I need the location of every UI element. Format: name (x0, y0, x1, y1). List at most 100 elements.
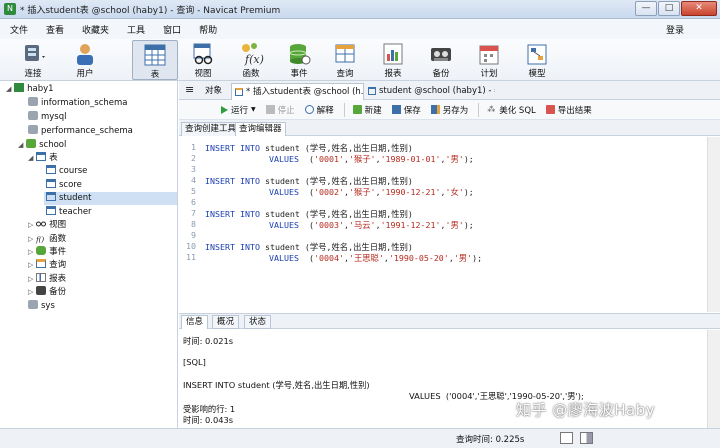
object-tree: ◢ haby1 information_schema mysql perform… (0, 81, 178, 428)
query-toolbar: 运行 ▼ 停止 解释 新建 保存 另存为 ⁂ 美化 SQL 导出结果 (179, 100, 720, 120)
editor-scrollbar[interactable] (707, 137, 720, 312)
export-results-button[interactable]: 导出结果 (545, 104, 592, 116)
stop-button[interactable]: 停止 (265, 104, 295, 116)
table-button[interactable]: 表 (132, 40, 178, 80)
query-button[interactable]: 查询 (322, 40, 368, 80)
login-link[interactable]: 登录 (666, 23, 684, 36)
query-mode-tabs: 查询创建工具 查询编辑器 (179, 120, 720, 136)
connection-icon (14, 83, 25, 92)
tab-query-builder[interactable]: 查询创建工具 (181, 122, 241, 136)
tab-objects[interactable]: 对象 (193, 83, 231, 100)
tree-connection-haby1[interactable]: ◢ haby1 (6, 83, 54, 96)
tree-table-course[interactable]: course (46, 165, 87, 178)
tab-query-editor[interactable]: 查询编辑器 (235, 122, 286, 136)
database-icon (26, 139, 37, 148)
report-button[interactable]: 报表 (370, 40, 416, 80)
user-button[interactable]: 用户 (62, 40, 108, 80)
table-icon (368, 87, 376, 95)
expand-arrow-icon: ▷ (28, 248, 34, 256)
minimize-button[interactable]: — (635, 1, 657, 16)
toolbar-separator (343, 102, 345, 117)
tree-db-sys[interactable]: sys (28, 300, 55, 313)
backup-button[interactable]: 备份 (418, 40, 464, 80)
event-icon (36, 246, 47, 255)
table-icon (46, 192, 56, 201)
connect-button[interactable]: 连接 (10, 40, 56, 80)
save-as-button[interactable]: 另存为 (430, 104, 468, 116)
user-icon (72, 42, 98, 66)
tab-status[interactable]: 状态 (244, 315, 272, 329)
collapse-arrow-icon: ◢ (6, 85, 12, 93)
dropdown-arrow-icon: ▼ (251, 106, 256, 113)
expand-arrow-icon: ▷ (28, 275, 34, 283)
query-time: 查询时间: 0.225s (456, 435, 525, 445)
menu-view[interactable]: 查看 (46, 23, 64, 36)
database-icon (28, 97, 38, 106)
tree-db-mysql[interactable]: mysql (28, 111, 67, 124)
table-icon (36, 152, 47, 161)
model-button[interactable]: 模型 (514, 40, 560, 80)
tree-backups-node[interactable]: ▷ 备份 (28, 286, 66, 299)
view-button[interactable]: 视图 (180, 40, 226, 80)
tab-student-table[interactable]: student @school (haby1) - 表 (365, 83, 495, 100)
menu-window[interactable]: 窗口 (163, 23, 181, 36)
new-button[interactable]: 新建 (352, 104, 382, 116)
line-number: 1 (191, 142, 196, 152)
tree-db-information-schema[interactable]: information_schema (28, 97, 128, 110)
tree-reports-node[interactable]: ▷ 报表 (28, 273, 66, 286)
line-number: 4 (191, 175, 196, 185)
expand-arrow-icon: ▷ (28, 288, 34, 296)
status-bar: 查询时间: 0.225s (0, 428, 720, 448)
run-button[interactable]: 运行 ▼ (221, 104, 256, 116)
tree-table-score[interactable]: score (46, 179, 82, 192)
layout-toggle-icon[interactable] (560, 432, 573, 444)
line-number: 10 (186, 241, 196, 251)
report-icon (36, 273, 47, 282)
message-time: 时间: 0.021s (183, 336, 234, 346)
line-number: 5 (191, 186, 196, 196)
tab-insert-student-query[interactable]: * 插入student表 @school (h... (231, 83, 364, 100)
result-panel-tabs: 信息 概况 状态 (179, 313, 720, 329)
function-button[interactable]: f(x) 函数 (228, 40, 274, 80)
line-number: 9 (191, 230, 196, 240)
save-icon (391, 105, 401, 114)
explain-icon (304, 105, 314, 114)
database-icon (28, 125, 38, 134)
tree-tables-node[interactable]: ◢ 表 (28, 152, 58, 165)
collapse-arrow-icon: ◢ (18, 141, 24, 149)
main-toolbar: 连接 用户 表 视图 f(x) 函数 事件 查询 报表 备份 计划 模型 (0, 39, 720, 81)
close-button[interactable]: ✕ (681, 1, 717, 16)
navicat-app-icon: N (4, 3, 16, 15)
maximize-button[interactable]: □ (658, 1, 680, 16)
play-icon (221, 105, 228, 114)
expand-arrow-icon: ▷ (28, 261, 34, 269)
tree-table-student[interactable]: student (44, 192, 177, 205)
event-button[interactable]: 事件 (276, 40, 322, 80)
message-scrollbar[interactable] (707, 330, 720, 428)
tree-queries-node[interactable]: ▷ 查询 (28, 259, 66, 272)
menu-tools[interactable]: 工具 (127, 23, 145, 36)
sql-editor[interactable]: 1 2 3 4 5 6 7 8 9 10 11 INSERT INTO stud… (179, 137, 707, 312)
menu-bar: 文件 查看 收藏夹 工具 窗口 帮助 登录 (0, 19, 720, 39)
menu-favorites[interactable]: 收藏夹 (82, 23, 109, 36)
tree-db-performance-schema[interactable]: performance_schema (28, 125, 133, 138)
model-diagram-icon (524, 42, 550, 66)
menu-help[interactable]: 帮助 (199, 23, 217, 36)
schedule-button[interactable]: 计划 (466, 40, 512, 80)
tab-message[interactable]: 信息 (181, 315, 209, 329)
menu-file[interactable]: 文件 (10, 23, 28, 36)
beautify-sql-button[interactable]: ⁂ 美化 SQL (487, 104, 536, 116)
expand-arrow-icon: ▷ (28, 235, 34, 243)
line-number: 6 (191, 197, 196, 207)
tree-events-node[interactable]: ▷ 事件 (28, 246, 66, 259)
explain-button[interactable]: 解释 (304, 104, 334, 116)
tree-table-teacher[interactable]: teacher (46, 206, 92, 219)
save-button[interactable]: 保存 (391, 104, 421, 116)
split-view-icon[interactable] (580, 432, 593, 444)
tab-profile[interactable]: 概况 (212, 315, 240, 329)
tree-db-school[interactable]: ◢ school (18, 139, 66, 152)
tree-views-node[interactable]: ▷ 视图 (28, 219, 66, 232)
connection-plug-icon (20, 42, 46, 66)
wand-icon: ⁂ (487, 105, 496, 114)
tree-functions-node[interactable]: ▷ f() 函数 (28, 233, 66, 246)
